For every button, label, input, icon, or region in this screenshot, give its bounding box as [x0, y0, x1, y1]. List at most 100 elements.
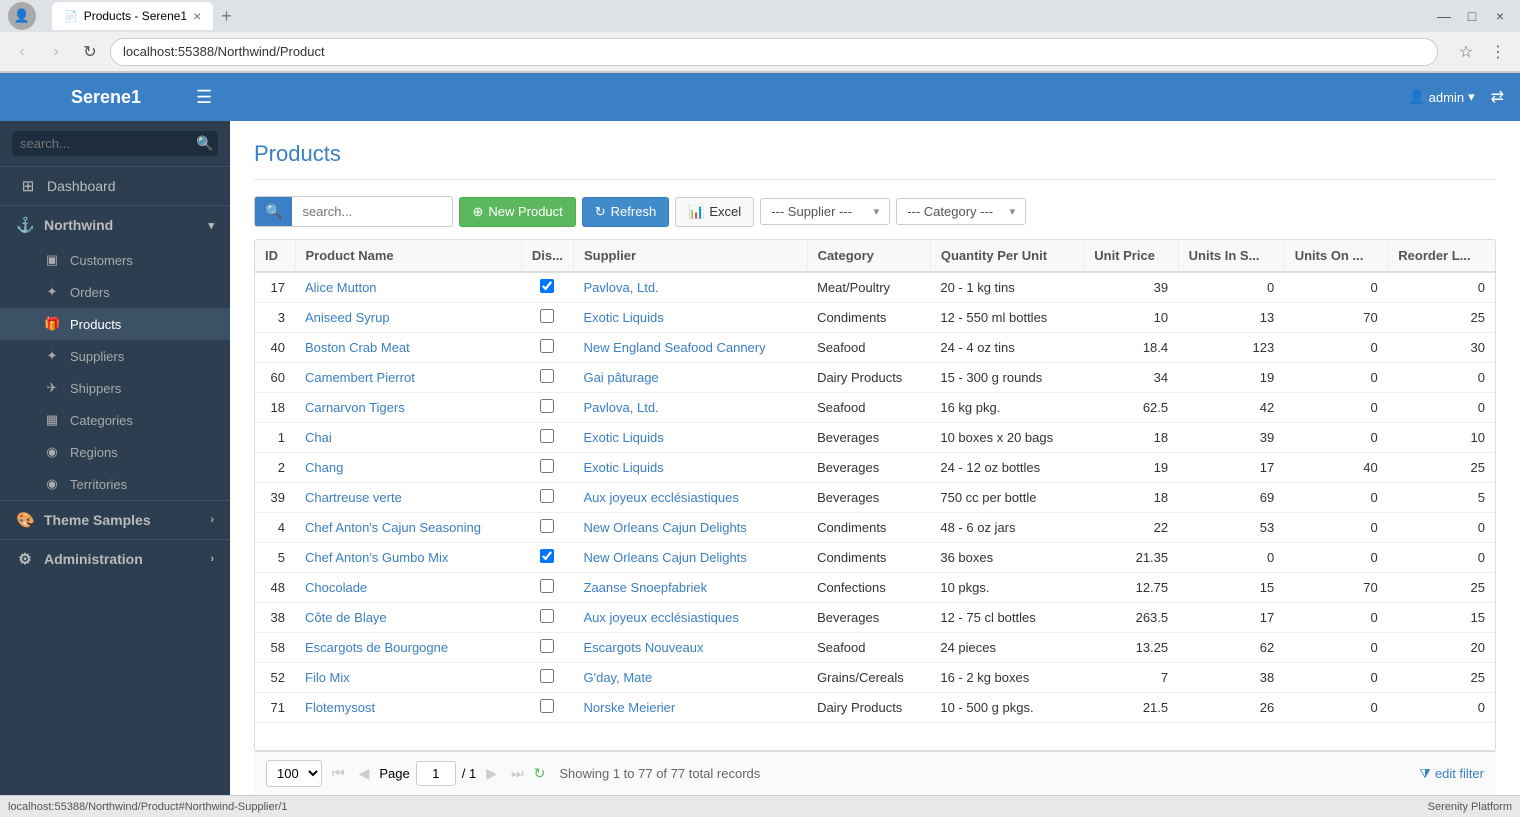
cell-supplier[interactable]: New Orleans Cajun Delights: [574, 543, 808, 573]
cell-name[interactable]: Chocolade: [295, 573, 521, 603]
maximize-button[interactable]: □: [1460, 4, 1484, 28]
cell-name[interactable]: Boston Crab Meat: [295, 333, 521, 363]
cell-name[interactable]: Chai: [295, 423, 521, 453]
hamburger-menu-button[interactable]: ☰: [196, 87, 212, 108]
cell-discontinued[interactable]: [521, 483, 573, 513]
cell-discontinued[interactable]: [521, 603, 573, 633]
sidebar-admin-header[interactable]: ⚙ Administration ›: [0, 540, 230, 578]
col-supplier[interactable]: Supplier: [574, 240, 808, 272]
page-input[interactable]: [416, 761, 456, 786]
browser-tab[interactable]: 📄 Products - Serene1 ×: [52, 2, 213, 30]
first-page-button[interactable]: ⏮: [328, 763, 349, 784]
discontinued-checkbox[interactable]: [540, 279, 554, 293]
discontinued-checkbox[interactable]: [540, 639, 554, 653]
cell-discontinued[interactable]: [521, 513, 573, 543]
cell-discontinued[interactable]: [521, 272, 573, 303]
last-page-button[interactable]: ⏭: [507, 763, 528, 784]
col-discontinued[interactable]: Dis...: [521, 240, 573, 272]
cell-discontinued[interactable]: [521, 453, 573, 483]
tab-close-button[interactable]: ×: [193, 8, 201, 24]
sidebar-search-input[interactable]: [20, 136, 196, 151]
cell-supplier[interactable]: Gai pâturage: [574, 363, 808, 393]
cell-name[interactable]: Flotemysost: [295, 693, 521, 723]
page-size-select[interactable]: 100 20 50 200: [266, 760, 322, 787]
edit-filter-link[interactable]: ⧩ edit filter: [1419, 766, 1484, 782]
sidebar-item-regions[interactable]: ◉ Regions: [0, 436, 230, 468]
cell-name[interactable]: Aniseed Syrup: [295, 303, 521, 333]
cell-supplier[interactable]: Zaanse Snoepfabriek: [574, 573, 808, 603]
sidebar-item-territories[interactable]: ◉ Territories: [0, 468, 230, 500]
discontinued-checkbox[interactable]: [540, 699, 554, 713]
cell-supplier[interactable]: Pavlova, Ltd.: [574, 272, 808, 303]
sidebar-item-products[interactable]: 🎁 Products: [0, 308, 230, 340]
cell-supplier[interactable]: Pavlova, Ltd.: [574, 393, 808, 423]
address-bar[interactable]: localhost:55388/Northwind/Product: [110, 38, 1438, 66]
discontinued-checkbox[interactable]: [540, 489, 554, 503]
cell-name[interactable]: Escargots de Bourgogne: [295, 633, 521, 663]
discontinued-checkbox[interactable]: [540, 609, 554, 623]
sidebar-item-categories[interactable]: ▦ Categories: [0, 404, 230, 436]
discontinued-checkbox[interactable]: [540, 579, 554, 593]
cell-name[interactable]: Carnarvon Tigers: [295, 393, 521, 423]
supplier-dropdown[interactable]: --- Supplier --- ▾: [760, 198, 890, 225]
reload-button[interactable]: ↻: [76, 38, 104, 66]
user-menu-button[interactable]: 👤 admin ▾: [1408, 89, 1474, 105]
cell-supplier[interactable]: New Orleans Cajun Delights: [574, 513, 808, 543]
cell-name[interactable]: Côte de Blaye: [295, 603, 521, 633]
discontinued-checkbox[interactable]: [540, 429, 554, 443]
cell-supplier[interactable]: Exotic Liquids: [574, 423, 808, 453]
new-product-button[interactable]: ⊕ New Product: [459, 197, 575, 227]
sidebar-item-suppliers[interactable]: ✦ Suppliers: [0, 340, 230, 372]
cell-supplier[interactable]: New England Seafood Cannery: [574, 333, 808, 363]
discontinued-checkbox[interactable]: [540, 369, 554, 383]
discontinued-checkbox[interactable]: [540, 339, 554, 353]
cell-supplier[interactable]: Exotic Liquids: [574, 453, 808, 483]
col-quantity[interactable]: Quantity Per Unit: [930, 240, 1083, 272]
sidebar-theme-header[interactable]: 🎨 Theme Samples ›: [0, 501, 230, 539]
cell-name[interactable]: Chartreuse verte: [295, 483, 521, 513]
col-unit-price[interactable]: Unit Price: [1084, 240, 1178, 272]
next-page-button[interactable]: ▶: [482, 763, 501, 784]
cell-discontinued[interactable]: [521, 393, 573, 423]
cell-discontinued[interactable]: [521, 663, 573, 693]
col-reorder-level[interactable]: Reorder L...: [1388, 240, 1495, 272]
col-units-in-stock[interactable]: Units In S...: [1178, 240, 1284, 272]
forward-button[interactable]: ›: [42, 38, 70, 66]
cell-supplier[interactable]: Escargots Nouveaux: [574, 633, 808, 663]
new-tab-button[interactable]: +: [221, 6, 232, 27]
sidebar-item-dashboard[interactable]: ⊞ Dashboard: [0, 167, 230, 205]
sidebar-northwind-header[interactable]: ⚓ Northwind ▾: [0, 206, 230, 244]
prev-page-button[interactable]: ◀: [355, 763, 374, 784]
cell-name[interactable]: Chef Anton's Gumbo Mix: [295, 543, 521, 573]
discontinued-checkbox[interactable]: [540, 519, 554, 533]
cell-discontinued[interactable]: [521, 633, 573, 663]
col-units-on-order[interactable]: Units On ...: [1284, 240, 1388, 272]
cell-name[interactable]: Chef Anton's Cajun Seasoning: [295, 513, 521, 543]
cell-discontinued[interactable]: [521, 693, 573, 723]
excel-button[interactable]: 📊 Excel: [675, 197, 754, 227]
cell-supplier[interactable]: Norske Meierier: [574, 693, 808, 723]
col-id[interactable]: ID: [255, 240, 295, 272]
category-dropdown[interactable]: --- Category --- ▾: [896, 198, 1026, 225]
cell-supplier[interactable]: Aux joyeux ecclésiastiques: [574, 603, 808, 633]
discontinued-checkbox[interactable]: [540, 459, 554, 473]
close-button[interactable]: ×: [1488, 4, 1512, 28]
search-input[interactable]: [292, 198, 452, 225]
sidebar-item-orders[interactable]: ✦ Orders: [0, 276, 230, 308]
cell-name[interactable]: Filo Mix: [295, 663, 521, 693]
search-button[interactable]: 🔍: [255, 197, 292, 226]
cell-discontinued[interactable]: [521, 543, 573, 573]
cell-supplier[interactable]: G'day, Mate: [574, 663, 808, 693]
cell-supplier[interactable]: Aux joyeux ecclésiastiques: [574, 483, 808, 513]
cell-discontinued[interactable]: [521, 333, 573, 363]
discontinued-checkbox[interactable]: [540, 309, 554, 323]
discontinued-checkbox[interactable]: [540, 399, 554, 413]
col-category[interactable]: Category: [807, 240, 930, 272]
cell-discontinued[interactable]: [521, 573, 573, 603]
cell-discontinued[interactable]: [521, 423, 573, 453]
minimize-button[interactable]: —: [1432, 4, 1456, 28]
refresh-button[interactable]: ↻ Refresh: [582, 197, 669, 227]
extensions-icon[interactable]: ⋮: [1484, 38, 1512, 66]
bookmark-icon[interactable]: ☆: [1452, 38, 1480, 66]
cell-discontinued[interactable]: [521, 303, 573, 333]
